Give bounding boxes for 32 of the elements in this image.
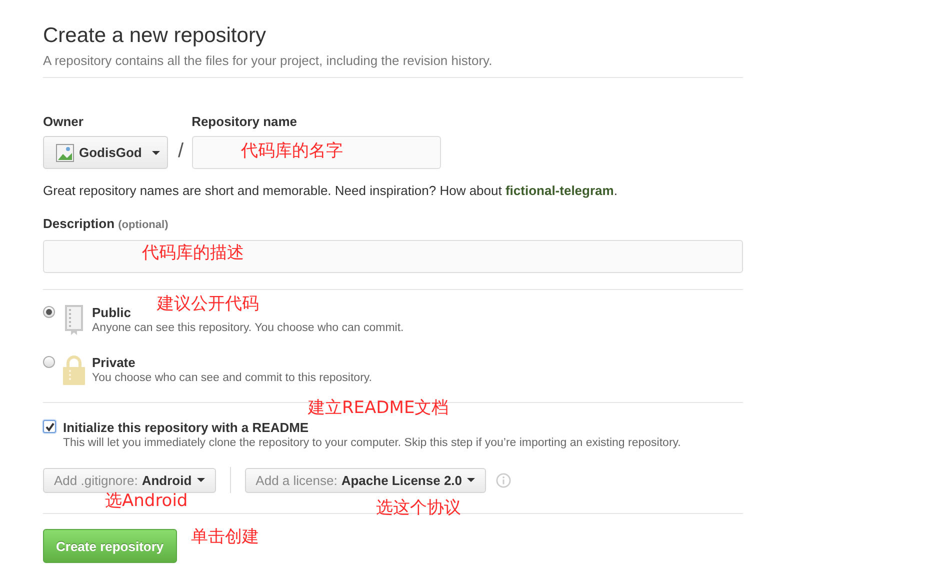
annotation-text: 选这个协议 [376,497,461,519]
book-icon [63,304,85,336]
visibility-description: Anyone can see this repository. You choose who can commit. [92,321,404,336]
description-label: Description (optional) [43,216,170,233]
readme-description: This will let you immediately clone the repository to your computer. Skip this step if you’re importing an existing repository. [63,436,681,451]
annotation-text: 代码库的描述 [142,242,244,264]
owner-dropdown[interactable]: GodisGod [43,136,168,169]
readme-label: Initialize this repository with a README [63,419,310,436]
license-dropdown[interactable]: Add a license: Apache License 2.0 [244,468,486,492]
repository-name-field[interactable] [192,136,441,169]
repository-name-label: Repository name [192,114,298,130]
slash-separator: / [178,140,184,163]
annotation-text: 单击创建 [191,526,259,548]
image-icon [56,144,74,162]
name-hint: Great repository names are short and memorable. Need inspiration? How about fictional-telegram. [43,183,618,199]
annotation-text: 选Android [105,490,188,512]
owner-label: Owner [43,114,84,130]
gitignore-dropdown[interactable]: Add .gitignore: Android [43,468,216,492]
visibility-radio[interactable] [43,306,55,318]
page-subtitle: A repository contains all the files for your project, including the revision history. [43,52,494,70]
visibility-label: Private [92,354,136,371]
visibility-radio[interactable] [43,356,55,368]
readme-checkbox[interactable] [43,420,56,433]
annotation-text: 建议公开代码 [157,293,259,315]
lock-icon [63,354,85,386]
visibility-description: You choose who can see and commit to this repository. [92,371,372,386]
page-title: Create a new repository [43,23,267,49]
description-field[interactable] [43,240,743,273]
annotation-text: 代码库的名字 [241,140,343,162]
annotation-text: 建立README文档 [308,397,449,419]
info-icon [496,472,512,488]
visibility-label: Public [92,304,132,321]
